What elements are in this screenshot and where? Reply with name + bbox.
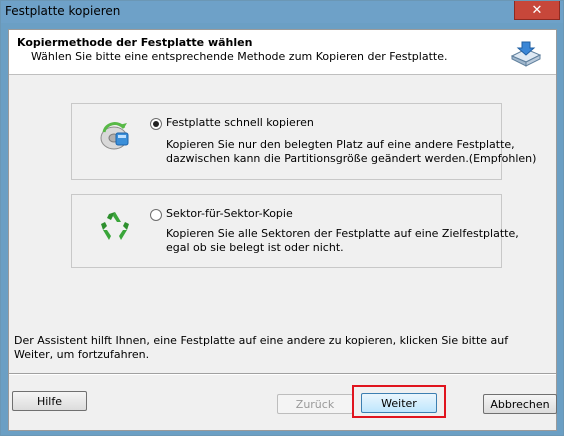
wizard-hint: Der Assistent hilft Ihnen, eine Festplat… xyxy=(14,334,509,361)
dialog-window: Festplatte kopieren ✕ Kopiermethode der … xyxy=(0,0,564,436)
fast-copy-description-line2: dazwischen kann die Partitionsgröße geän… xyxy=(166,152,537,165)
option-fast-copy[interactable]: Festplatte schnell kopieren Kopieren Sie… xyxy=(71,103,536,180)
help-button[interactable]: Hilfe xyxy=(12,391,87,411)
sector-copy-description: Kopieren Sie alle Sektoren der Festplatt… xyxy=(166,227,519,255)
option-sector-copy[interactable]: Sektor-für-Sektor-Kopie Kopieren Sie all… xyxy=(71,194,519,268)
next-button[interactable]: Weiter xyxy=(361,393,437,413)
header-title: Kopiermethode der Festplatte wählen xyxy=(17,36,253,49)
disk-copy-icon xyxy=(510,41,542,67)
back-button[interactable]: Zurück xyxy=(277,394,353,414)
fast-copy-radio[interactable] xyxy=(150,118,162,130)
close-icon: ✕ xyxy=(531,2,543,18)
fast-copy-description: Kopieren Sie nur den belegten Platz auf … xyxy=(166,138,536,166)
recycle-icon xyxy=(101,212,129,240)
wizard-header: Kopiermethode der Festplatte wählen Wähl… xyxy=(9,30,556,75)
close-button[interactable]: ✕ xyxy=(514,1,560,20)
title-bar[interactable]: Festplatte kopieren ✕ xyxy=(1,1,563,23)
fast-copy-label[interactable]: Festplatte schnell kopieren xyxy=(166,116,314,129)
cancel-button[interactable]: Abbrechen xyxy=(483,394,557,414)
footer-separator xyxy=(9,373,556,375)
window-title: Festplatte kopieren xyxy=(5,4,121,18)
sector-copy-label[interactable]: Sektor-für-Sektor-Kopie xyxy=(166,207,293,220)
sector-copy-radio[interactable] xyxy=(150,209,162,221)
dialog-content: Kopiermethode der Festplatte wählen Wähl… xyxy=(8,29,557,431)
sector-copy-description-line1: Kopieren Sie alle Sektoren der Festplatt… xyxy=(166,227,519,240)
header-subtitle: Wählen Sie bitte eine entsprechende Meth… xyxy=(31,50,448,63)
fast-copy-disk-icon xyxy=(100,122,129,150)
fast-copy-description-line1: Kopieren Sie nur den belegten Platz auf … xyxy=(166,138,515,151)
sector-copy-description-line2: egal ob sie belegt ist oder nicht. xyxy=(166,241,344,254)
